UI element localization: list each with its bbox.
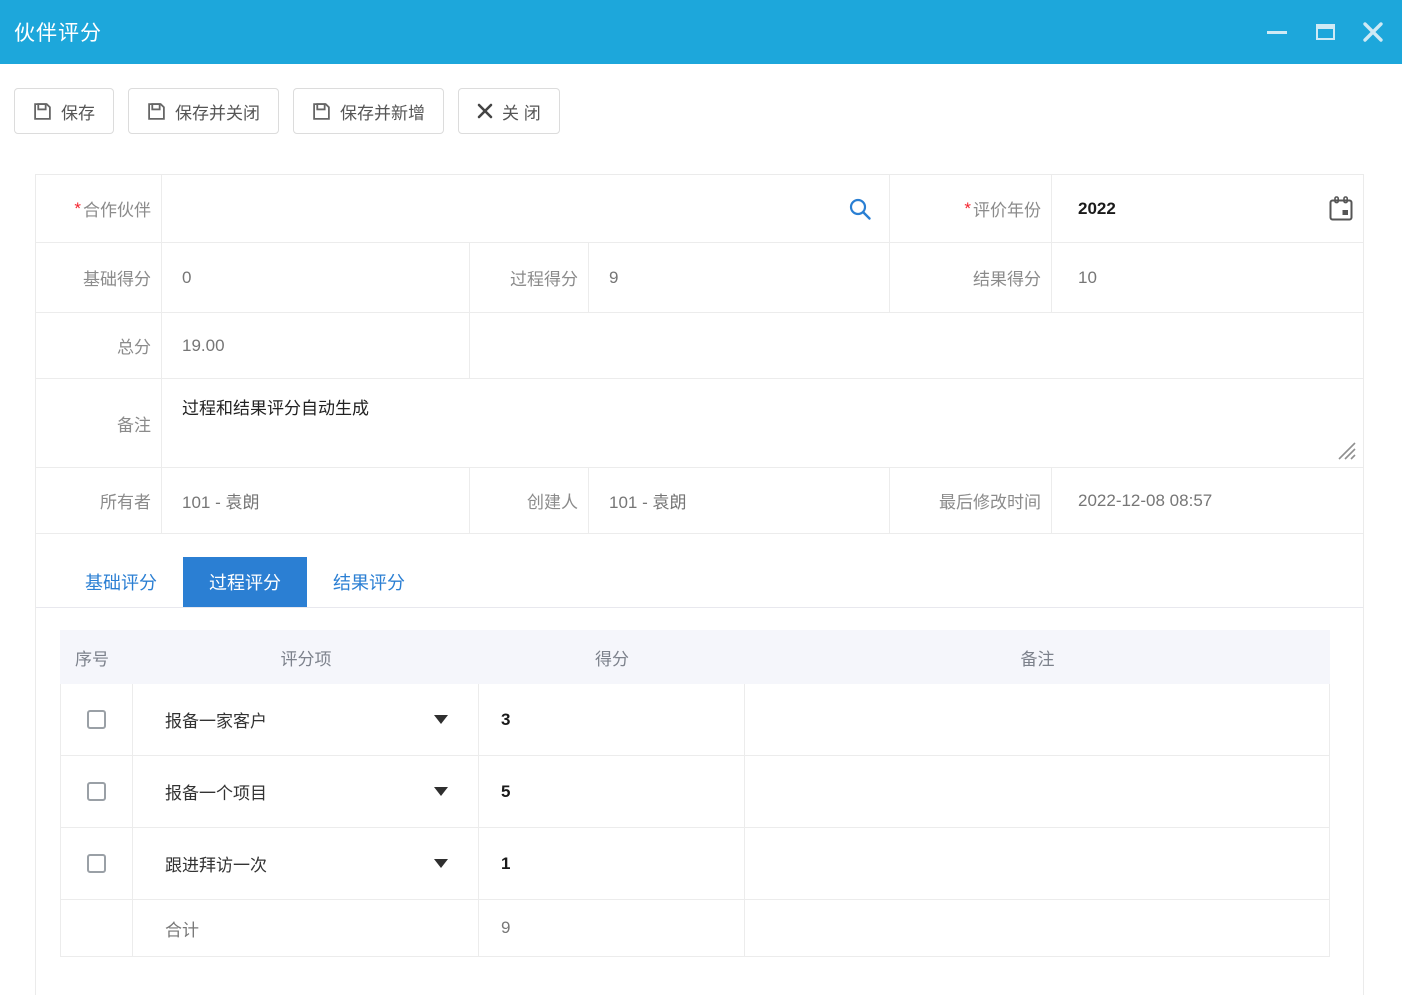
close-button[interactable]: 关 闭 [458, 88, 560, 134]
total-label-cell: 合计 [133, 900, 479, 957]
creator-label: 创建人 [470, 468, 589, 534]
total-empty-cell [61, 900, 133, 957]
tab-bar: 基础评分 过程评分 结果评分 [36, 557, 1363, 608]
save-icon [313, 102, 330, 120]
last-modified-value: 2022-12-08 08:57 [1052, 468, 1363, 534]
table-row: 报备一个项目 5 [60, 756, 1330, 828]
last-modified-label: 最后修改时间 [890, 468, 1052, 534]
tab-result-score[interactable]: 结果评分 [307, 557, 431, 607]
save-and-new-button-label: 保存并新增 [340, 103, 425, 123]
resize-handle-icon[interactable] [1335, 439, 1357, 461]
header-score: 得分 [595, 649, 629, 669]
row-checkbox-cell [61, 756, 133, 828]
save-icon [34, 102, 51, 120]
item-select-value: 跟进拜访一次 [165, 856, 267, 875]
dropdown-caret-icon [434, 715, 448, 724]
base-score-value: 0 [162, 243, 470, 313]
save-and-new-button[interactable]: 保存并新增 [293, 88, 444, 134]
result-score-label: 结果得分 [890, 243, 1052, 313]
close-window-button[interactable] [1362, 21, 1384, 43]
row-checkbox[interactable] [87, 710, 106, 729]
total-score-value: 19.00 [162, 313, 470, 379]
dropdown-caret-icon [434, 859, 448, 868]
remark-textarea[interactable]: 过程和结果评分自动生成 [162, 379, 1363, 468]
table-row: 报备一家客户 3 [60, 684, 1330, 756]
header-seq: 序号 [75, 649, 109, 669]
tab-base-score[interactable]: 基础评分 [59, 557, 183, 607]
close-button-label: 关 闭 [502, 103, 541, 123]
partner-label: * 合作伙伴 [36, 175, 162, 243]
search-icon[interactable] [847, 196, 873, 222]
score-cell[interactable]: 1 [479, 828, 745, 900]
maximize-button[interactable] [1314, 21, 1336, 43]
tab-process-score[interactable]: 过程评分 [183, 557, 307, 607]
form-row-partner: * 合作伙伴 * 评价年份 2022 [36, 175, 1363, 243]
save-button[interactable]: 保存 [14, 88, 114, 134]
score-table-header: 序号 评分项 得分 备注 [60, 630, 1330, 684]
save-button-label: 保存 [61, 103, 95, 123]
maximize-icon [1315, 24, 1335, 40]
remark-cell[interactable] [745, 684, 1329, 756]
row-checkbox[interactable] [87, 854, 106, 873]
row-checkbox-cell [61, 684, 133, 756]
total-row-empty [470, 313, 1363, 379]
save-and-close-button-label: 保存并关闭 [175, 103, 260, 123]
remark-value: 过程和结果评分自动生成 [182, 399, 369, 418]
table-row: 跟进拜访一次 1 [60, 828, 1330, 900]
score-cell[interactable]: 3 [479, 684, 745, 756]
row-checkbox-cell [61, 828, 133, 900]
close-icon [1363, 22, 1383, 42]
header-item: 评分项 [280, 649, 332, 669]
save-icon [148, 102, 165, 120]
form-row-scores: 基础得分 0 过程得分 9 结果得分 10 [36, 243, 1363, 313]
close-icon [477, 103, 493, 119]
result-score-value: 10 [1052, 243, 1363, 313]
remark-cell[interactable] [745, 828, 1329, 900]
remark-cell[interactable] [745, 756, 1329, 828]
process-score-label: 过程得分 [470, 243, 589, 313]
owner-label: 所有者 [36, 468, 162, 534]
window-titlebar: 伙伴评分 [0, 0, 1402, 64]
form-row-remark: 备注 过程和结果评分自动生成 [36, 379, 1363, 468]
table-total-row: 合计 9 [60, 900, 1330, 957]
score-table: 序号 评分项 得分 备注 报备一家客户 3 报备一个项目 5 跟进拜访一次 1 … [60, 630, 1330, 957]
form-row-total: 总分 19.00 [36, 313, 1363, 379]
owner-value: 101 - 袁朗 [162, 468, 470, 534]
score-cell[interactable]: 5 [479, 756, 745, 828]
required-mark: * [964, 198, 971, 218]
save-and-close-button[interactable]: 保存并关闭 [128, 88, 279, 134]
base-score-label: 基础得分 [36, 243, 162, 313]
item-select-value: 报备一家客户 [165, 712, 267, 731]
minimize-button[interactable] [1266, 21, 1288, 43]
item-select-value: 报备一个项目 [165, 784, 267, 803]
total-remark-cell [745, 900, 1329, 957]
total-score-cell: 9 [479, 900, 745, 957]
process-score-value: 9 [589, 243, 890, 313]
form-row-meta: 所有者 101 - 袁朗 创建人 101 - 袁朗 最后修改时间 2022-12… [36, 468, 1363, 534]
item-select[interactable]: 跟进拜访一次 [133, 828, 479, 900]
window-controls [1266, 21, 1384, 43]
window-title: 伙伴评分 [14, 22, 102, 45]
calendar-icon[interactable] [1327, 195, 1355, 223]
remark-label: 备注 [36, 379, 162, 468]
toolbar: 保存 保存并关闭 保存并新增 关 闭 [14, 88, 1402, 134]
year-label: * 评价年份 [890, 175, 1052, 243]
item-select[interactable]: 报备一家客户 [133, 684, 479, 756]
year-input[interactable]: 2022 [1052, 175, 1363, 243]
partner-input[interactable] [162, 175, 890, 243]
total-score-label: 总分 [36, 313, 162, 379]
header-remark: 备注 [1020, 649, 1055, 669]
creator-value: 101 - 袁朗 [589, 468, 890, 534]
item-select[interactable]: 报备一个项目 [133, 756, 479, 828]
required-mark: * [74, 198, 81, 218]
main-panel: * 合作伙伴 * 评价年份 2022 基础得分 0 过程得分 9 结果得分 10… [35, 174, 1364, 995]
year-value: 2022 [1078, 198, 1116, 218]
dropdown-caret-icon [434, 787, 448, 796]
row-checkbox[interactable] [87, 782, 106, 801]
minimize-icon [1267, 30, 1287, 34]
